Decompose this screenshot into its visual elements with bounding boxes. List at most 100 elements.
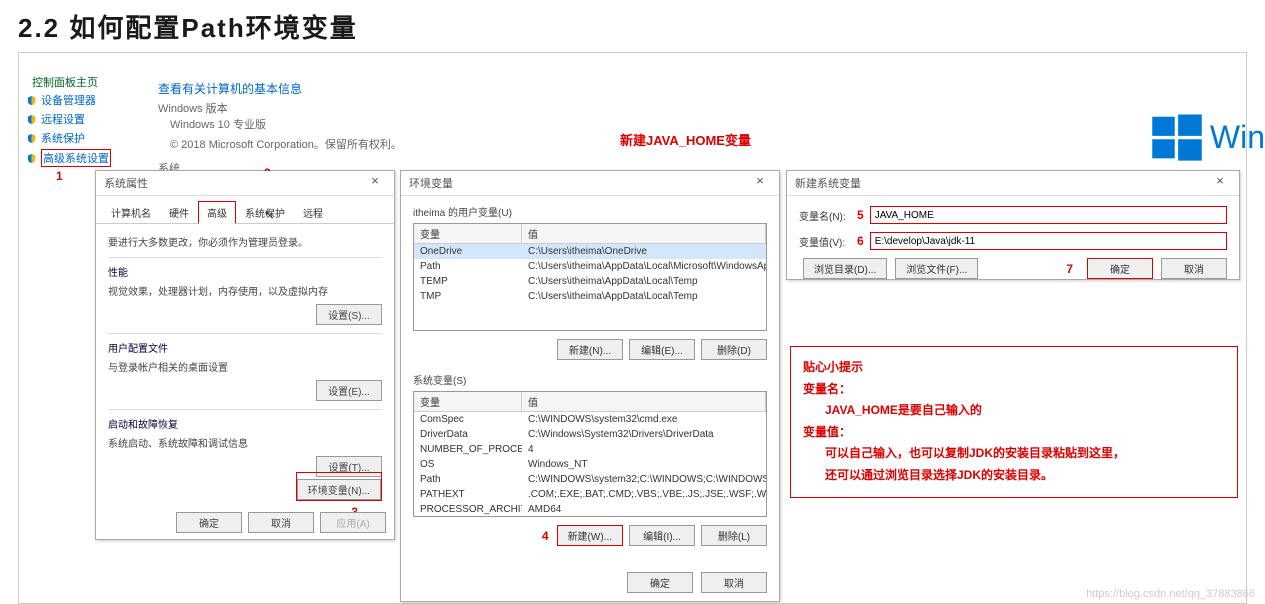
admin-note: 要进行大多数更改，你必须作为管理员登录。 <box>108 234 382 249</box>
windows-logo: Win <box>1150 110 1265 164</box>
cancel-button[interactable]: 取消 <box>248 512 314 533</box>
cell-var: NUMBER_OF_PROCESSORS <box>414 443 522 456</box>
cursor-icon: ↖ <box>264 207 275 223</box>
table-row[interactable]: PROCESSOR_ARCHITECTAMD64 <box>414 502 766 517</box>
table-row[interactable]: DriverDataC:\Windows\System32\Drivers\Dr… <box>414 427 766 442</box>
system-info-heading: 查看有关计算机的基本信息 <box>158 80 302 97</box>
system-properties-dialog: 2 系统属性 × 计算机名硬件高级系统保护远程 ↖ 要进行大多数更改，你必须作为… <box>95 170 395 540</box>
sys-vars-label: 系统变量(S) <box>401 364 779 391</box>
annotation-4: 4 <box>542 529 549 543</box>
tab-0[interactable]: 计算机名 <box>102 201 160 224</box>
group-desc: 视觉效果，处理器计划，内存使用，以及虚拟内存 <box>108 283 382 298</box>
cell-var: PATHEXT <box>414 488 522 501</box>
user-delete-button[interactable]: 删除(D) <box>701 339 767 360</box>
sys-vars-list[interactable]: 变量值 ComSpecC:\WINDOWS\system32\cmd.exeDr… <box>413 391 767 517</box>
tab-2[interactable]: 高级 <box>198 201 236 224</box>
sidebar-item[interactable]: 远程设置 <box>26 111 111 127</box>
copyright-line: © 2018 Microsoft Corporation。保留所有权利。 <box>158 136 402 152</box>
env-vars-dialog: 环境变量 × itheima 的用户变量(U) 变量值 OneDriveC:\U… <box>400 170 780 602</box>
table-row[interactable]: NUMBER_OF_PROCESSORS4 <box>414 442 766 457</box>
var-value-input[interactable] <box>870 232 1227 250</box>
sys-delete-button[interactable]: 删除(L) <box>701 525 767 546</box>
user-edit-button[interactable]: 编辑(E)... <box>629 339 695 360</box>
page-title: 2.2 如何配置Path环境变量 <box>0 0 1265 45</box>
sidebar-item-label: 设备管理器 <box>41 92 96 108</box>
dialog-title: 系统属性 <box>104 178 148 190</box>
table-row[interactable]: ComSpecC:\WINDOWS\system32\cmd.exe <box>414 412 766 427</box>
user-new-button[interactable]: 新建(N)... <box>557 339 623 360</box>
sidebar-item[interactable]: 系统保护 <box>26 130 111 146</box>
table-row[interactable]: PathC:\WINDOWS\system32;C:\WINDOWS;C:\WI… <box>414 472 766 487</box>
tab-strip: 计算机名硬件高级系统保护远程 <box>96 196 394 224</box>
close-icon[interactable]: × <box>745 173 775 191</box>
var-name-label: 变量名(N): <box>799 208 851 223</box>
table-row[interactable]: PathC:\Users\itheima\AppData\Local\Micro… <box>414 259 766 274</box>
user-vars-list[interactable]: 变量值 OneDriveC:\Users\itheima\OneDrivePat… <box>413 223 767 331</box>
tab-1[interactable]: 硬件 <box>160 201 198 224</box>
sys-new-button[interactable]: 新建(W)... <box>557 525 623 546</box>
cell-var: Path <box>414 260 522 273</box>
browse-file-button[interactable]: 浏览文件(F)... <box>895 258 978 279</box>
ok-button[interactable]: 确定 <box>1087 258 1153 279</box>
close-icon[interactable]: × <box>360 173 390 191</box>
cell-val: C:\Windows\System32\Drivers\DriverData <box>522 428 766 441</box>
watermark: https://blog.csdn.net/qq_37883866 <box>1086 588 1255 600</box>
windows-version-section: Windows 版本 Windows 10 专业版 © 2018 Microso… <box>158 100 402 156</box>
cell-var: TEMP <box>414 275 522 288</box>
tip-name-label: 变量名： <box>803 379 1225 401</box>
cell-var: OS <box>414 458 522 471</box>
new-sys-var-dialog: 新建系统变量 × 变量名(N): 5 变量值(V): 6 浏览目录(D)... … <box>786 170 1240 280</box>
table-row[interactable]: OSWindows_NT <box>414 457 766 472</box>
windows-icon <box>1150 110 1204 164</box>
browse-dir-button[interactable]: 浏览目录(D)... <box>803 258 887 279</box>
apply-button[interactable]: 应用(A) <box>320 512 386 533</box>
cell-val: C:\Users\itheima\OneDrive <box>522 245 766 258</box>
cell-val: C:\Users\itheima\AppData\Local\Temp <box>522 275 766 288</box>
annotation-7: 7 <box>1066 262 1073 276</box>
table-row[interactable]: PATHEXT.COM;.EXE;.BAT;.CMD;.VBS;.VBE;.JS… <box>414 487 766 502</box>
shield-icon <box>26 95 37 106</box>
ok-button[interactable]: 确定 <box>176 512 242 533</box>
section-head: Windows 版本 <box>158 100 402 116</box>
settings-button[interactable]: 设置(E)... <box>316 380 382 401</box>
var-value-label: 变量值(V): <box>799 234 851 249</box>
tip-name-text: JAVA_HOME是要自己输入的 <box>803 400 1225 422</box>
cell-val: C:\WINDOWS\system32;C:\WINDOWS;C:\WINDOW… <box>522 473 766 486</box>
close-icon[interactable]: × <box>1205 173 1235 191</box>
control-panel-home[interactable]: 控制面板主页 <box>32 74 98 90</box>
annotation-6: 6 <box>857 234 864 248</box>
cell-val: C:\WINDOWS\system32\cmd.exe <box>522 413 766 426</box>
sidebar-item[interactable]: 高级系统设置 <box>26 149 111 167</box>
group-title: 启动和故障恢复 <box>108 416 382 431</box>
sidebar-item-label: 系统保护 <box>41 130 85 146</box>
table-row[interactable]: TEMPC:\Users\itheima\AppData\Local\Temp <box>414 274 766 289</box>
ok-button[interactable]: 确定 <box>627 572 693 593</box>
settings-button[interactable]: 设置(S)... <box>316 304 382 325</box>
tip-value-label: 变量值： <box>803 422 1225 444</box>
tab-4[interactable]: 远程 <box>294 201 332 224</box>
sys-edit-button[interactable]: 编辑(I)... <box>629 525 695 546</box>
group-desc: 系统启动、系统故障和调试信息 <box>108 435 382 450</box>
user-vars-label: itheima 的用户变量(U) <box>401 196 779 223</box>
cell-var: TMP <box>414 290 522 303</box>
cell-val: C:\Users\itheima\AppData\Local\Microsoft… <box>522 260 766 273</box>
tip-value-text2: 还可以通过浏览目录选择JDK的安装目录。 <box>803 465 1225 487</box>
cell-val: C:\Users\itheima\AppData\Local\Temp <box>522 290 766 303</box>
dialog-title: 新建系统变量 <box>795 178 861 190</box>
group-title: 用户配置文件 <box>108 340 382 355</box>
cell-val: .COM;.EXE;.BAT;.CMD;.VBS;.VBE;.JS;.JSE;.… <box>522 488 766 501</box>
cell-var: DriverData <box>414 428 522 441</box>
sidebar-item-label: 高级系统设置 <box>41 149 111 167</box>
annotation-5: 5 <box>857 208 864 222</box>
table-row[interactable]: OneDriveC:\Users\itheima\OneDrive <box>414 244 766 259</box>
cancel-button[interactable]: 取消 <box>701 572 767 593</box>
tip-value-text1: 可以自己输入，也可以复制JDK的安装目录粘贴到这里， <box>803 443 1225 465</box>
sidebar-item[interactable]: 设备管理器 <box>26 92 111 108</box>
group-title: 性能 <box>108 264 382 279</box>
cell-var: Path <box>414 473 522 486</box>
cell-var: PROCESSOR_ARCHITECT <box>414 503 522 516</box>
var-name-input[interactable] <box>870 206 1227 224</box>
env-vars-button[interactable]: 环境变量(N)... <box>297 479 381 500</box>
table-row[interactable]: TMPC:\Users\itheima\AppData\Local\Temp <box>414 289 766 304</box>
cancel-button[interactable]: 取消 <box>1161 258 1227 279</box>
